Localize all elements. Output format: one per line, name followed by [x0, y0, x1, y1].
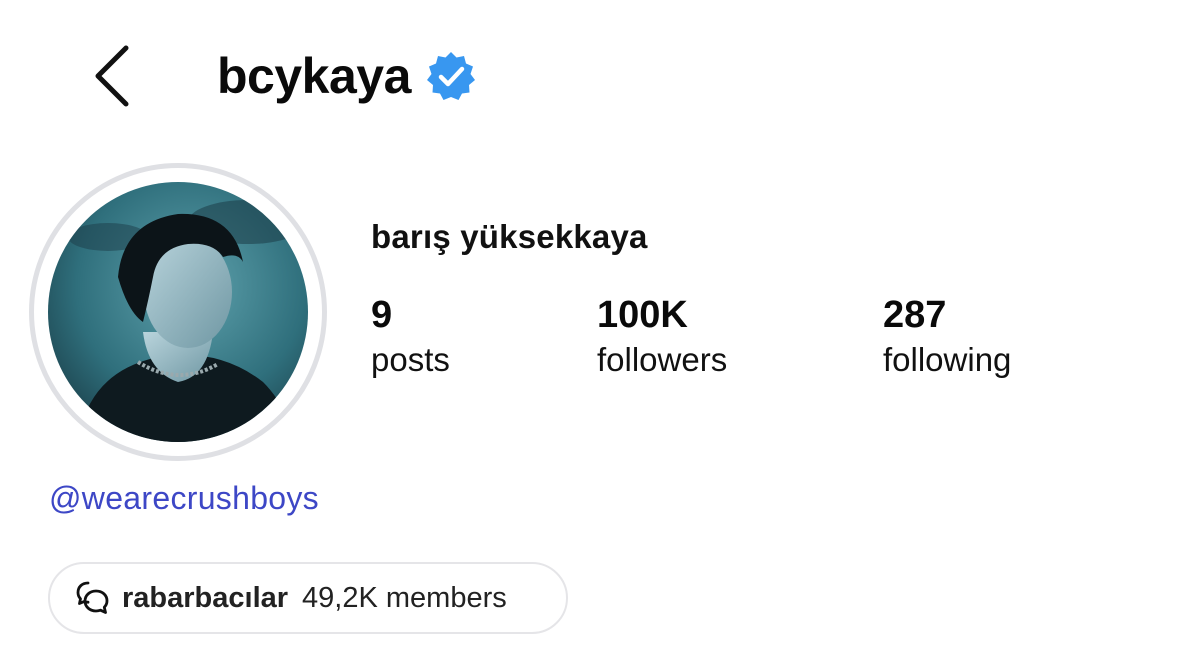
broadcast-channel-button[interactable]: rabarbacılar 49,2K members: [48, 562, 568, 634]
full-name: barış yüksekkaya: [371, 218, 648, 255]
posts-label: posts: [371, 340, 450, 378]
posts-stat[interactable]: 9 posts: [371, 294, 450, 379]
avatar-image: [48, 182, 308, 442]
profile-header: bcykaya: [0, 0, 1179, 150]
username: bcykaya: [217, 48, 411, 104]
chat-bubbles-icon: [76, 581, 109, 614]
channel-name: rabarbacılar: [122, 581, 289, 614]
following-count: 287: [883, 294, 947, 336]
username-row: bcykaya: [217, 44, 477, 108]
followers-label: followers: [597, 340, 728, 378]
avatar[interactable]: [48, 182, 308, 442]
following-stat[interactable]: 287 following: [883, 294, 1012, 379]
back-button[interactable]: [90, 40, 140, 112]
linked-account-link[interactable]: @wearecrushboys: [49, 480, 319, 517]
followers-count: 100K: [597, 294, 688, 336]
following-label: following: [883, 340, 1012, 378]
posts-count: 9: [371, 294, 393, 336]
verified-badge-icon: [426, 52, 475, 100]
channel-members: 49,2K members: [302, 581, 507, 614]
followers-stat[interactable]: 100K followers: [597, 294, 728, 379]
chevron-left-icon: [95, 45, 129, 107]
